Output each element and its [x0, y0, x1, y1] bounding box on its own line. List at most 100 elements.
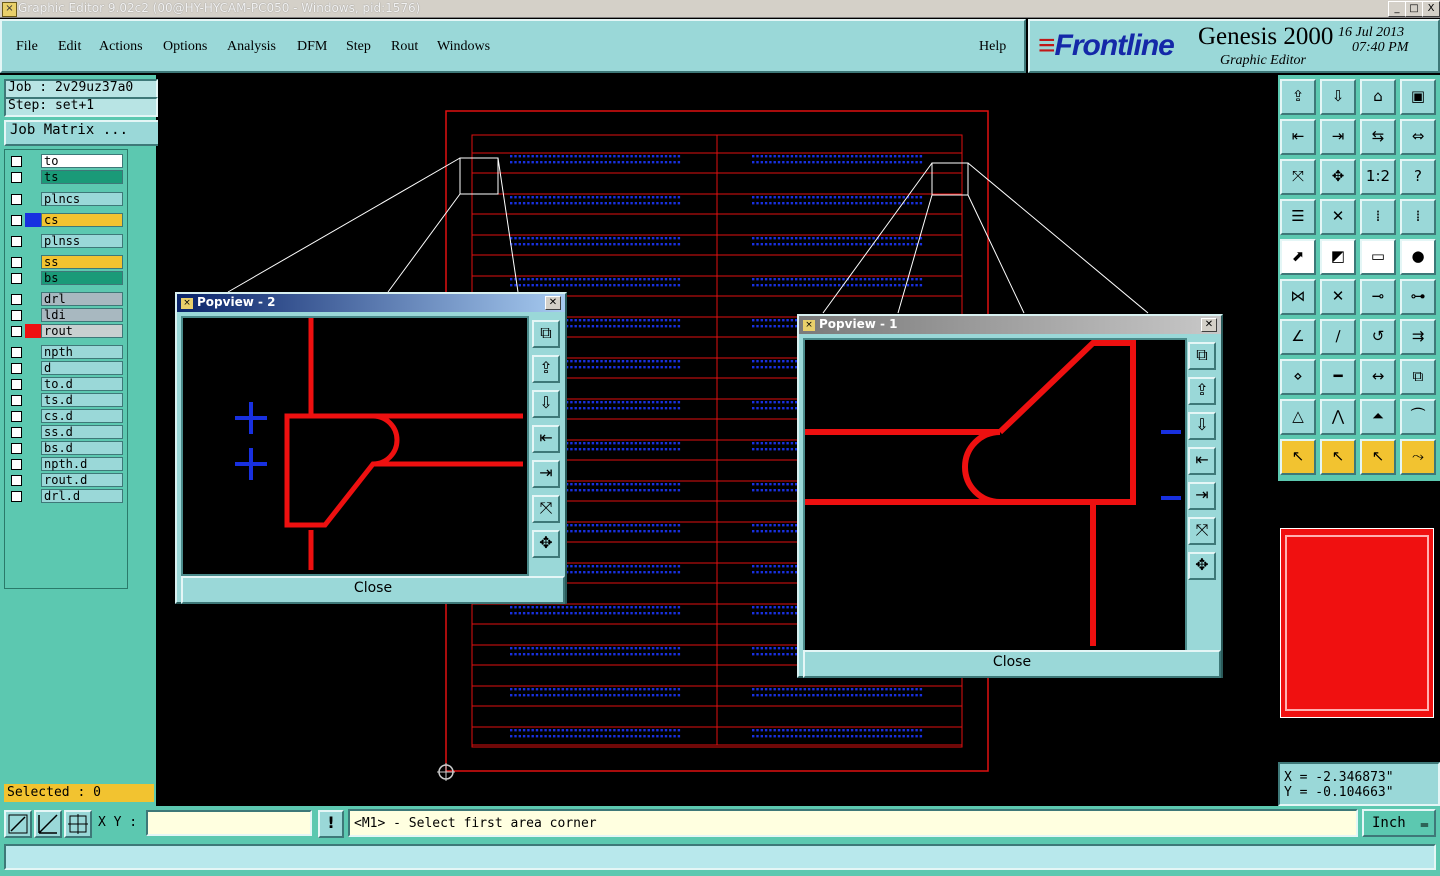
layer-checkbox[interactable]: [11, 236, 22, 247]
menu-dfm[interactable]: DFM: [297, 39, 327, 55]
popview-2-close-icon[interactable]: ✕: [545, 296, 561, 310]
zoom-fit-icon[interactable]: ⤧: [1280, 159, 1316, 195]
layer-row-bs-d[interactable]: bs.d: [7, 441, 125, 455]
menu-file[interactable]: File: [16, 39, 38, 55]
xy-input[interactable]: [146, 810, 312, 836]
peak-icon[interactable]: ⋀: [1320, 399, 1356, 435]
layer-color-swatch[interactable]: [25, 292, 41, 306]
select-box-icon[interactable]: ↖: [1360, 439, 1396, 475]
zoom-center-icon[interactable]: ✥: [532, 530, 560, 558]
flag-icon[interactable]: ⏶: [1360, 399, 1396, 435]
zoom-center-icon[interactable]: ✥: [1320, 159, 1356, 195]
color-edit-icon[interactable]: ◩: [1320, 239, 1356, 275]
home-icon[interactable]: ⌂: [1360, 79, 1396, 115]
layer-color-swatch[interactable]: [25, 361, 41, 375]
layer-checkbox[interactable]: [11, 427, 22, 438]
menu-windows[interactable]: Windows: [437, 39, 490, 55]
select-arrow-icon[interactable]: ↖: [1320, 439, 1356, 475]
layer-color-swatch[interactable]: [25, 409, 41, 423]
menu-actions[interactable]: Actions: [99, 39, 143, 55]
layer-row-rout[interactable]: rout: [7, 324, 125, 338]
layer-color-swatch[interactable]: [25, 425, 41, 439]
layer-checkbox[interactable]: [11, 215, 22, 226]
layer-row-plncs[interactable]: plncs: [7, 192, 125, 206]
layer-row-npth[interactable]: npth: [7, 345, 125, 359]
layer-row-ss[interactable]: ss: [7, 255, 125, 269]
cut-line-icon[interactable]: ✕: [1320, 199, 1356, 235]
layer-row-drl-d[interactable]: drl.d: [7, 489, 125, 503]
layer-stack-icon[interactable]: ⁞: [1360, 199, 1396, 235]
layer-row-bs[interactable]: bs: [7, 271, 125, 285]
group-icon[interactable]: ⧉: [1400, 359, 1436, 395]
job-matrix-button[interactable]: Job Matrix ...: [4, 120, 160, 146]
window-fit-icon[interactable]: ⧉: [532, 320, 560, 348]
layer-color-swatch[interactable]: [25, 154, 41, 168]
menu-analysis[interactable]: Analysis: [227, 39, 276, 55]
alert-icon[interactable]: !: [318, 810, 344, 838]
pan-down-icon[interactable]: ⇩: [1188, 412, 1216, 440]
layer-row-rout-d[interactable]: rout.d: [7, 473, 125, 487]
pointer-icon[interactable]: ↖: [1280, 439, 1316, 475]
ruler-icon[interactable]: ▭: [1360, 239, 1396, 275]
layer-checkbox[interactable]: [11, 156, 22, 167]
layer-color-swatch[interactable]: [25, 192, 41, 206]
popview-1-close-button[interactable]: Close: [803, 650, 1221, 678]
close-window-button[interactable]: X: [1422, 1, 1440, 17]
popview-2-view[interactable]: [181, 316, 529, 576]
snap-icon[interactable]: ⇔: [1400, 119, 1436, 155]
menu-options[interactable]: Options: [163, 39, 207, 55]
help-query-icon[interactable]: ?: [1400, 159, 1436, 195]
layer-checkbox[interactable]: [11, 347, 22, 358]
layer-color-swatch[interactable]: [25, 234, 41, 248]
layer-color-swatch[interactable]: [25, 393, 41, 407]
layer-color-swatch[interactable]: [25, 213, 41, 227]
layer-color-swatch[interactable]: [25, 324, 41, 338]
layer-stack-2-icon[interactable]: ⁞: [1400, 199, 1436, 235]
layer-row-cs[interactable]: cs: [7, 213, 125, 227]
pan-up-icon[interactable]: ⇪: [1188, 377, 1216, 405]
measure-icon[interactable]: [34, 810, 62, 838]
connect-icon[interactable]: ⊸: [1360, 279, 1396, 315]
popview-1-view[interactable]: [803, 338, 1187, 652]
arc-icon[interactable]: ↺: [1360, 319, 1396, 355]
select-pad-icon[interactable]: ⋄: [1280, 359, 1316, 395]
layer-row-to-d[interactable]: to.d: [7, 377, 125, 391]
pan-down-icon[interactable]: ⇩: [532, 390, 560, 418]
layer-checkbox[interactable]: [11, 411, 22, 422]
pan-right-icon[interactable]: ⇥: [1188, 482, 1216, 510]
open-job-icon[interactable]: ⇪: [1280, 79, 1316, 115]
maximize-button[interactable]: □: [1405, 1, 1423, 17]
layer-checkbox[interactable]: [11, 273, 22, 284]
unit-selector[interactable]: Inch ═: [1362, 809, 1436, 837]
layer-color-swatch[interactable]: [25, 489, 41, 503]
pan-left-icon[interactable]: ⇤: [1188, 447, 1216, 475]
overview-map[interactable]: [1278, 484, 1440, 760]
layer-row-to[interactable]: to: [7, 154, 125, 168]
window-fit-icon[interactable]: ⧉: [1188, 342, 1216, 370]
step-prev-icon[interactable]: ⇤: [1280, 119, 1316, 155]
popview-2-close-button[interactable]: Close: [181, 576, 565, 604]
menu-rout[interactable]: Rout: [391, 39, 418, 55]
angle-icon[interactable]: ∠: [1280, 319, 1316, 355]
layer-checkbox[interactable]: [11, 326, 22, 337]
zoom-fit-icon[interactable]: ⤧: [1188, 517, 1216, 545]
layer-row-cs-d[interactable]: cs.d: [7, 409, 125, 423]
menu-step[interactable]: Step: [346, 39, 371, 55]
layer-row-drl[interactable]: drl: [7, 292, 125, 306]
grid-snap-icon[interactable]: [64, 810, 92, 838]
layer-row-ts-d[interactable]: ts.d: [7, 393, 125, 407]
step-next-icon[interactable]: ⇥: [1320, 119, 1356, 155]
layer-color-swatch[interactable]: [25, 441, 41, 455]
layer-row-ss-d[interactable]: ss.d: [7, 425, 125, 439]
pad-icon[interactable]: ●: [1400, 239, 1436, 275]
layer-checkbox[interactable]: [11, 395, 22, 406]
minimize-button[interactable]: _: [1388, 1, 1406, 17]
layer-color-swatch[interactable]: [25, 345, 41, 359]
layer-checkbox[interactable]: [11, 379, 22, 390]
layer-checkbox[interactable]: [11, 257, 22, 268]
menu-edit[interactable]: Edit: [58, 39, 81, 55]
arch-icon[interactable]: ⏜: [1400, 399, 1436, 435]
scale-1-2-icon[interactable]: 1:2: [1360, 159, 1396, 195]
pan-left-icon[interactable]: ⇤: [532, 425, 560, 453]
add-feature-icon[interactable]: ⬈: [1280, 239, 1316, 275]
